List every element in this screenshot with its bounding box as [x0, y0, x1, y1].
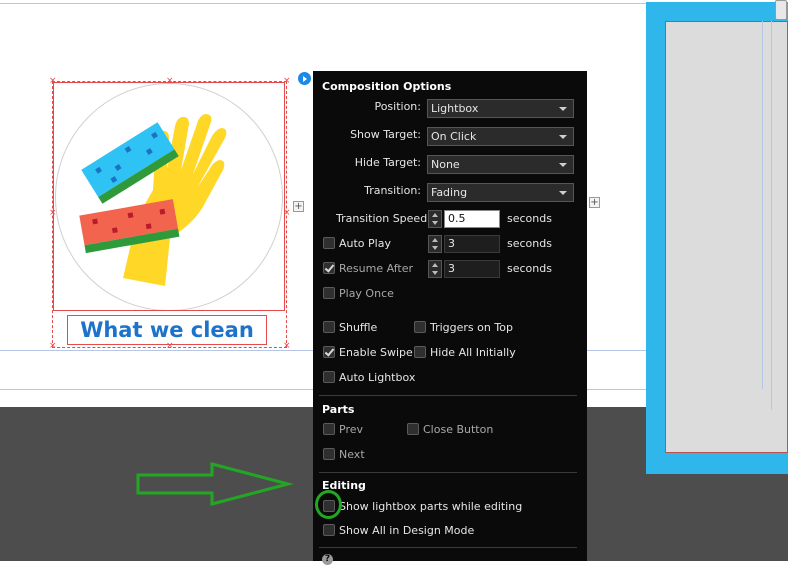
- divider: [319, 472, 577, 473]
- add-item-icon[interactable]: +: [293, 201, 304, 212]
- show-all-design-checkbox[interactable]: [323, 524, 335, 536]
- play-once-checkbox[interactable]: [323, 287, 335, 299]
- resume-after-label: Resume After: [339, 262, 414, 275]
- play-once-label: Play Once: [339, 287, 394, 300]
- transition-speed-input[interactable]: 0.5: [444, 210, 500, 228]
- resume-after-checkbox[interactable]: [323, 262, 335, 274]
- triggers-on-top-checkbox[interactable]: [414, 321, 426, 333]
- position-value: Lightbox: [431, 102, 479, 115]
- enable-swipe-label: Enable Swipe: [339, 346, 413, 359]
- adjacent-widget-inner: [665, 21, 788, 453]
- add-item-icon[interactable]: +: [589, 197, 600, 208]
- transition-speed-label: Transition Speed:: [336, 212, 431, 225]
- hide-target-select[interactable]: None: [427, 155, 574, 174]
- resize-handle[interactable]: ×: [283, 77, 291, 86]
- resize-handle[interactable]: ×: [283, 209, 291, 218]
- show-target-label: Show Target:: [350, 128, 421, 141]
- resize-handle[interactable]: ×: [49, 77, 57, 86]
- guide-line: [771, 21, 772, 410]
- arrow-annotation-icon: [136, 462, 294, 506]
- help-icon[interactable]: ?: [322, 554, 333, 565]
- cleaning-icon: [79, 114, 227, 286]
- seconds-label: seconds: [507, 262, 552, 275]
- shuffle-checkbox[interactable]: [323, 321, 335, 333]
- resize-handle[interactable]: ×: [166, 77, 174, 86]
- guide-line: [762, 21, 763, 389]
- hide-target-label: Hide Target:: [354, 156, 421, 169]
- hide-target-value: None: [431, 158, 460, 171]
- seconds-label: seconds: [507, 212, 552, 225]
- transition-label: Transition:: [364, 184, 421, 197]
- preview-play-icon[interactable]: [298, 72, 311, 85]
- auto-lightbox-label: Auto Lightbox: [339, 371, 416, 384]
- show-all-design-label: Show All in Design Mode: [339, 524, 475, 537]
- position-label: Position:: [374, 100, 421, 113]
- prev-checkbox[interactable]: [323, 423, 335, 435]
- show-parts-editing-label: Show lightbox parts while editing: [339, 500, 523, 513]
- close-button-checkbox[interactable]: [407, 423, 419, 435]
- composition-options-panel: Composition Options Position: Lightbox S…: [313, 71, 587, 565]
- highlight-circle-annotation: [315, 490, 342, 519]
- chevron-down-icon: [559, 163, 567, 167]
- show-target-select[interactable]: On Click: [427, 127, 574, 146]
- stepper-arrows-icon[interactable]: [428, 260, 442, 278]
- triggers-on-top-label: Triggers on Top: [430, 321, 513, 334]
- next-label: Next: [339, 448, 365, 461]
- section-title-parts: Parts: [322, 403, 355, 416]
- shuffle-label: Shuffle: [339, 321, 378, 334]
- resize-handle[interactable]: ×: [166, 342, 174, 351]
- auto-play-checkbox[interactable]: [323, 237, 335, 249]
- resume-after-input[interactable]: 3: [444, 260, 500, 278]
- auto-play-label: Auto Play: [339, 237, 391, 250]
- resize-handle[interactable]: ×: [49, 209, 57, 218]
- resume-after-stepper[interactable]: 3: [428, 260, 500, 278]
- auto-play-stepper[interactable]: 3: [428, 235, 500, 253]
- enable-swipe-checkbox[interactable]: [323, 346, 335, 358]
- section-title-composition: Composition Options: [322, 80, 452, 93]
- scrollbar-thumb[interactable]: [775, 0, 787, 20]
- position-select[interactable]: Lightbox: [427, 99, 574, 118]
- resize-handle[interactable]: ×: [49, 342, 57, 351]
- show-target-value: On Click: [431, 130, 477, 143]
- chevron-down-icon: [559, 191, 567, 195]
- chevron-down-icon: [559, 107, 567, 111]
- transition-speed-stepper[interactable]: 0.5: [428, 210, 500, 228]
- transition-value: Fading: [431, 186, 468, 199]
- seconds-label: seconds: [507, 237, 552, 250]
- divider: [319, 395, 577, 396]
- auto-play-input[interactable]: 3: [444, 235, 500, 253]
- transition-select[interactable]: Fading: [427, 183, 574, 202]
- hide-all-initially-checkbox[interactable]: [414, 346, 426, 358]
- next-checkbox[interactable]: [323, 448, 335, 460]
- auto-lightbox-checkbox[interactable]: [323, 371, 335, 383]
- hide-all-initially-label: Hide All Initially: [430, 346, 516, 359]
- prev-label: Prev: [339, 423, 363, 436]
- resize-handle[interactable]: ×: [283, 342, 291, 351]
- chevron-down-icon: [559, 135, 567, 139]
- stepper-arrows-icon[interactable]: [428, 210, 442, 228]
- divider: [319, 547, 577, 548]
- stepper-arrows-icon[interactable]: [428, 235, 442, 253]
- close-button-label: Close Button: [423, 423, 494, 436]
